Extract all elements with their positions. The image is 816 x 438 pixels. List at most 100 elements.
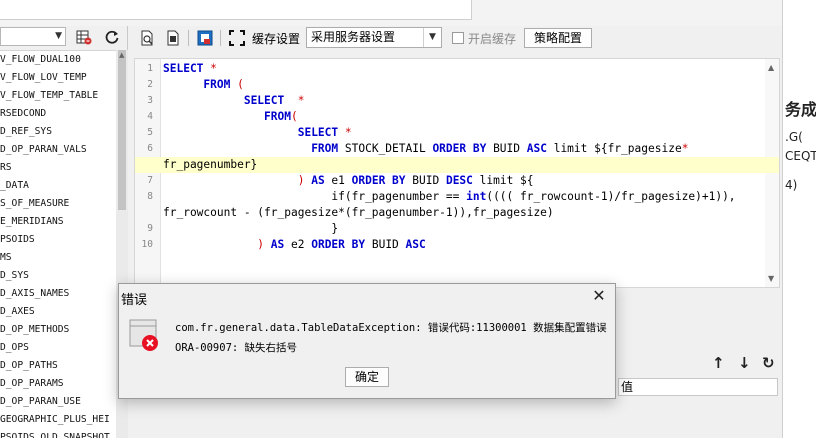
strategy-config-button[interactable]: 策略配置 (524, 28, 592, 48)
datasource-panel: ▼ V_FLOW_DUAL100 V_FLOW_LOV_TEMP V_FLOW_TE… (0, 26, 128, 438)
code-text: FROM STOCK_DETAIL ORDER BY BUID ASC limi… (311, 142, 689, 155)
table-list-item[interactable]: D_OP_METHODS (0, 321, 116, 339)
table-list-item[interactable]: E_MERIDIANS (0, 213, 116, 231)
scroll-down-icon[interactable]: ▼ (768, 274, 774, 283)
refresh-button[interactable] (102, 27, 122, 46)
error-icon (129, 319, 158, 351)
line-number: 7 (147, 175, 153, 186)
code-line[interactable]: 4 FROM( (135, 109, 779, 125)
toolbar-separator (188, 30, 189, 46)
code-line[interactable]: fr_rowcount - (fr_pagesize*(fr_pagenumbe… (135, 205, 779, 221)
top-input[interactable] (0, 0, 472, 20)
code-line[interactable]: 7 ) AS e1 ORDER BY BUID DESC limit ${ (135, 173, 779, 189)
table-list-item[interactable]: D_OPS (0, 339, 116, 357)
cache-settings-label: 缓存设置 (252, 32, 301, 46)
move-up-button[interactable]: ↑ (712, 354, 725, 372)
table-list-item[interactable]: RS (0, 159, 116, 177)
bg-text-line: CEQT (785, 149, 816, 163)
table-list-item[interactable]: PSOIDS (0, 231, 116, 249)
table-delete-icon (76, 30, 92, 44)
table-list-item[interactable]: V_FLOW_DUAL100 (0, 51, 116, 69)
table-list-item[interactable]: D_OP_PARAN_VALS (0, 141, 116, 159)
error-message: com.fr.general.data.TableDataException: … (175, 322, 607, 334)
ok-button[interactable]: 确定 (345, 367, 389, 387)
code-text: SELECT * (297, 126, 352, 139)
cache-mode-value: 采用服务器设置 (311, 30, 396, 44)
background-window: 务成 .G( CEQT 4) (782, 0, 816, 438)
line-number: 10 (141, 239, 153, 250)
datasource-combo[interactable]: ▼ (0, 27, 66, 46)
code-line[interactable]: 9 } (135, 221, 779, 237)
line-number: 8 (147, 191, 153, 202)
cache-mode-select[interactable]: 采用服务器设置 ▼ (306, 27, 442, 48)
code-line[interactable]: 2 FROM ( (135, 77, 779, 93)
top-bar (0, 0, 782, 26)
close-icon[interactable]: ✕ (589, 286, 609, 305)
code-text: FROM( (264, 110, 298, 123)
enable-cache-checkbox[interactable] (452, 32, 464, 44)
code-text: SELECT * (163, 62, 217, 75)
bg-text-line: 4) (785, 178, 798, 192)
code-line[interactable]: 1 SELECT * (135, 61, 779, 77)
code-text: } (163, 222, 339, 235)
code-text: SELECT * (243, 94, 305, 107)
table-list-item[interactable]: D_OP_PATHS (0, 357, 116, 375)
scroll-up-icon[interactable]: ▲ (119, 51, 124, 59)
parameter-icon (197, 30, 213, 46)
preview-button[interactable] (138, 29, 156, 47)
chevron-down-icon[interactable]: ▼ (423, 28, 441, 47)
code-text: fr_rowcount - (fr_pagesize*(fr_pagenumbe… (163, 206, 554, 219)
line-number: 3 (147, 95, 153, 106)
table-list-item[interactable]: V_FLOW_LOV_TEMP (0, 69, 116, 87)
table-list: V_FLOW_DUAL100 V_FLOW_LOV_TEMP V_FLOW_TEMP… (0, 50, 116, 438)
code-line[interactable]: 10 ) AS e2 ORDER BY BUID ASC (135, 237, 779, 253)
code-line[interactable]: 3 SELECT * (135, 93, 779, 109)
code-line[interactable]: 8 if(fr_pagenumber == int(((( fr_rowcoun… (135, 189, 779, 205)
code-text: ) AS e2 ORDER BY BUID ASC (257, 238, 426, 251)
error-dialog: 错误 ✕ com.fr.general.data.TableDataExcept… (118, 283, 616, 399)
code-text: FROM ( (203, 78, 244, 91)
datasource-toolbar: ▼ (0, 26, 128, 48)
sql-editor[interactable]: ▲ ▼ 1 SELECT * 2 FROM (3 SELECT * 4 FROM(5 … (134, 58, 780, 288)
move-down-button[interactable]: ↓ (738, 354, 751, 372)
bg-text-heading: 务成 (785, 100, 816, 119)
table-list-item[interactable]: RSEDCOND (0, 105, 116, 123)
table-list-item[interactable]: D_AXES (0, 303, 116, 321)
refresh-icon (105, 30, 119, 44)
table-list-item[interactable]: D_AXIS_NAMES (0, 285, 116, 303)
line-number: 4 (147, 111, 153, 122)
toolbar-separator (220, 30, 221, 46)
insert-parameter-button[interactable] (196, 29, 214, 47)
result-header-label: 值 (621, 380, 634, 394)
code-text: fr_pagenumber} (163, 158, 258, 171)
result-header-cell: 值 (618, 378, 778, 396)
line-number: 5 (147, 127, 153, 138)
table-list-item[interactable]: D_OP_PARAN_USE (0, 393, 116, 411)
refresh-result-button[interactable]: ↻ (762, 354, 775, 372)
code-line[interactable]: fr_pagenumber} (135, 157, 779, 173)
sql-toolbar: 缓存设置 采用服务器设置 ▼ 开启缓存 策略配置 (132, 26, 782, 50)
error-detail: ORA-00907: 缺失右括号 (175, 342, 298, 354)
table-list-item[interactable]: _DATA (0, 177, 116, 195)
scrollbar-thumb[interactable] (118, 50, 126, 210)
table-list-item[interactable]: PSOIDS_OLD_SNAPSHOT (0, 429, 116, 438)
enable-cache-label: 开启缓存 (468, 32, 517, 46)
table-list-item[interactable]: D_REF_SYS (0, 123, 116, 141)
table-list-item[interactable]: MS (0, 249, 116, 267)
table-list-item[interactable]: GEOGRAPHIC_PLUS_HEI (0, 411, 116, 429)
dialog-title: 错误 (121, 293, 148, 308)
table-list-item[interactable]: S_OF_MEASURE (0, 195, 116, 213)
preview-icon (141, 30, 153, 46)
sql-script-button[interactable] (164, 29, 182, 47)
table-list-item[interactable]: D_OP_PARAMS (0, 375, 116, 393)
clear-cache-button[interactable] (74, 27, 94, 46)
sql-file-icon (167, 30, 179, 46)
fullscreen-button[interactable] (228, 29, 246, 47)
code-text: ) AS e1 ORDER BY BUID DESC limit ${ (297, 174, 534, 187)
code-line[interactable]: 5 SELECT * (135, 125, 779, 141)
table-list-item[interactable]: D_SYS (0, 267, 116, 285)
line-number: 9 (147, 223, 153, 234)
table-list-item[interactable]: V_FLOW_TEMP_TABLE (0, 87, 116, 105)
line-number: 2 (147, 79, 153, 90)
code-line[interactable]: 6 FROM STOCK_DETAIL ORDER BY BUID ASC li… (135, 141, 779, 157)
